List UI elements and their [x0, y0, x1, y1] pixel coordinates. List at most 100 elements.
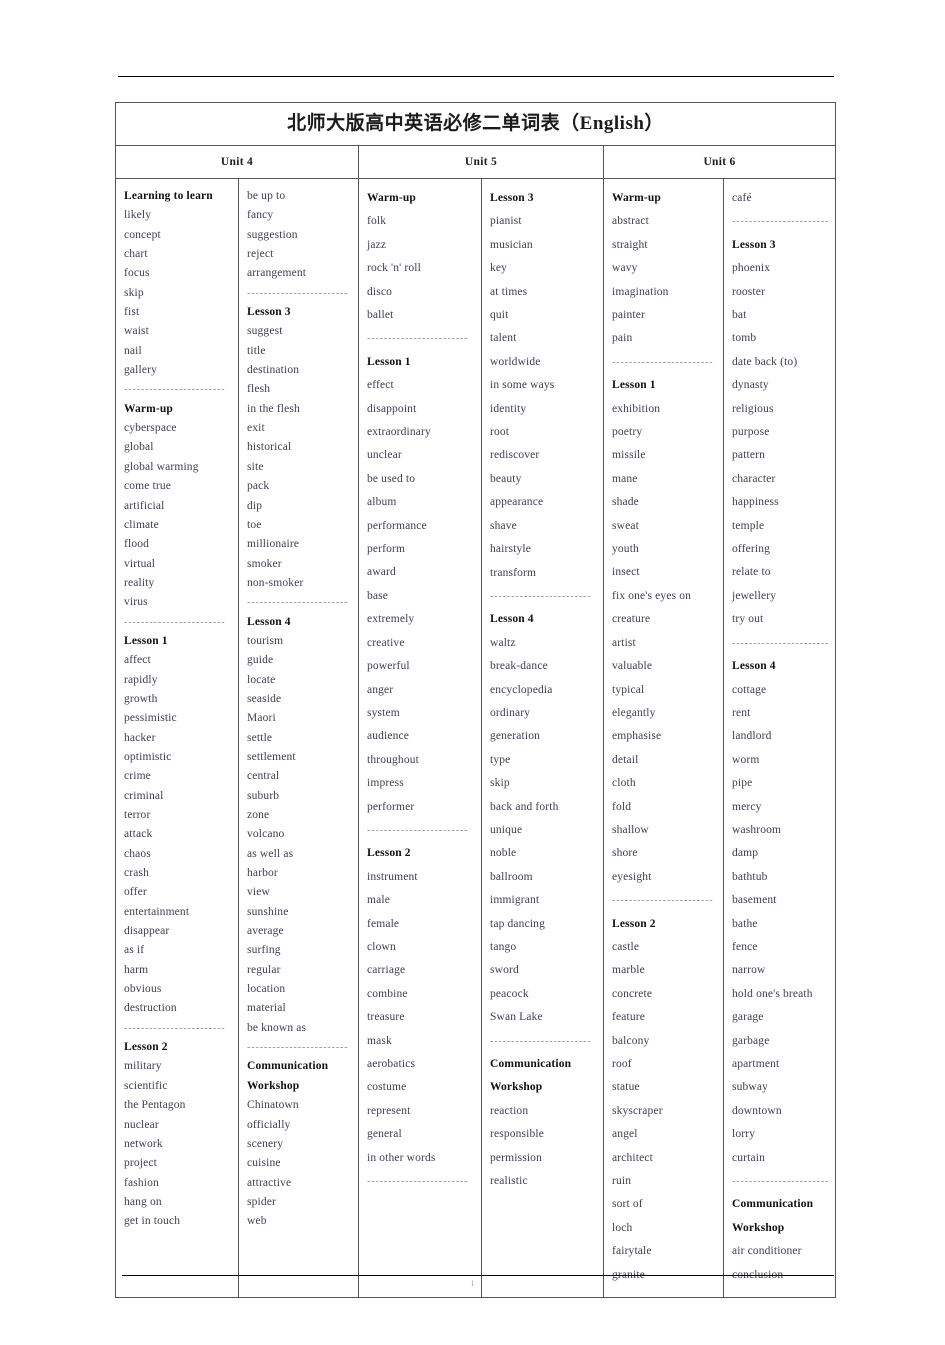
vocabulary-word: sword	[490, 964, 519, 977]
unit-header-row: Unit 4 Unit 5 Unit 6	[115, 145, 837, 179]
section-separator: ------------------------	[124, 1022, 226, 1034]
vocabulary-word: performance	[367, 519, 427, 532]
vocabulary-word: unique	[490, 823, 523, 836]
vocabulary-word: virtual	[124, 557, 156, 570]
vocabulary-word: pianist	[490, 215, 522, 228]
section-heading: Lesson 2	[367, 847, 411, 860]
unit-header-unit5: Unit 5	[358, 145, 604, 179]
vocabulary-word: dip	[247, 499, 263, 512]
vocabulary-word: ruin	[612, 1175, 632, 1188]
vocabulary-word: downtown	[732, 1104, 782, 1117]
unit-label: Unit 5	[464, 156, 498, 168]
vocabulary-word: angel	[612, 1128, 638, 1141]
vocabulary-word: system	[367, 706, 400, 719]
vocabulary-word: rent	[732, 706, 751, 719]
vocabulary-word: responsible	[490, 1128, 545, 1141]
vocabulary-word: fix one's eyes on	[612, 589, 692, 602]
vocabulary-word: ballet	[367, 309, 394, 322]
word-list: Learning to learn likely concept chart focus…	[116, 187, 238, 1232]
vocabulary-word: as well as	[247, 847, 294, 860]
vocabulary-word: pain	[612, 332, 633, 345]
vocabulary-word: purpose	[732, 426, 770, 439]
section-separator: ------------------------	[612, 356, 714, 368]
vocabulary-word: balcony	[612, 1034, 650, 1047]
vocabulary-word: clown	[367, 940, 396, 953]
vocabulary-word: dynasty	[732, 379, 769, 392]
vocabulary-word: shave	[490, 519, 517, 532]
vocabulary-word: offering	[732, 543, 771, 556]
vocabulary-word: powerful	[367, 660, 410, 673]
vocabulary-word: worm	[732, 753, 760, 766]
vocabulary-word: average	[247, 925, 284, 938]
vocabulary-word: jazz	[367, 238, 387, 251]
vocabulary-word: Maori	[247, 712, 276, 725]
vocabulary-word: fold	[612, 800, 632, 813]
word-column-unit6-a: Warm-up abstract straight wavy imagination pa…	[603, 177, 724, 1299]
vocabulary-word: rapidly	[124, 673, 158, 686]
footer-rule	[122, 1275, 834, 1276]
vocabulary-word: pipe	[732, 777, 753, 790]
word-list: Warm-up folk jazz rock 'n' roll disco ballet -…	[359, 187, 481, 1193]
vocabulary-word: fence	[732, 940, 758, 953]
vocabulary-word: cloth	[612, 777, 636, 790]
vocabulary-word: reality	[124, 576, 155, 589]
page-number: 1	[470, 1279, 475, 1288]
vocabulary-word: award	[367, 566, 396, 579]
vocabulary-word: exhibition	[612, 402, 661, 415]
vocabulary-word: loch	[612, 1221, 633, 1234]
vocabulary-word: immigrant	[490, 894, 540, 907]
vocabulary-word: architect	[612, 1151, 653, 1164]
vocabulary-word: locate	[247, 673, 276, 686]
vocabulary-word: millionaire	[247, 538, 300, 551]
vocabulary-word: at times	[490, 285, 528, 298]
vocabulary-word: performer	[367, 800, 415, 813]
vocabulary-word: get in touch	[124, 1215, 181, 1228]
title-cell: 北师大版高中英语必修二单词表（English）	[114, 102, 837, 146]
word-list: be up to fancy suggestion reject arrangement…	[239, 187, 358, 1232]
vocabulary-word: mask	[367, 1034, 392, 1047]
word-column-unit5-a: Warm-up folk jazz rock 'n' roll disco ballet -…	[358, 177, 482, 1299]
vocabulary-word: eyesight	[612, 870, 652, 883]
section-separator: ------------------------	[247, 597, 349, 609]
vocabulary-word: pack	[247, 480, 270, 493]
section-heading: Lesson 1	[124, 634, 168, 647]
section-separator: ------------------------	[124, 616, 226, 628]
vocabulary-word: sort of	[612, 1198, 643, 1211]
vocabulary-word: Swan Lake	[490, 1011, 543, 1024]
section-heading: Learning to learn	[124, 190, 213, 202]
vocabulary-word: in other words	[367, 1151, 436, 1164]
vocabulary-word: regular	[247, 963, 281, 976]
vocabulary-word: optimistic	[124, 750, 172, 763]
vocabulary-word: climate	[124, 518, 159, 531]
vocabulary-word: bathe	[732, 917, 758, 930]
vocabulary-word: straight	[612, 238, 648, 251]
vocabulary-word: offer	[124, 886, 147, 899]
vocabulary-word: destination	[247, 364, 300, 377]
vocabulary-word: chaos	[124, 847, 151, 860]
vocabulary-word: zone	[247, 809, 270, 821]
vocabulary-word: suburb	[247, 789, 280, 802]
section-heading: Lesson 1	[612, 379, 656, 392]
vocabulary-word: permission	[490, 1151, 542, 1164]
vocabulary-word: entertainment	[124, 905, 190, 918]
vocabulary-word: break-dance	[490, 660, 548, 673]
vocabulary-word: disappoint	[367, 402, 417, 415]
section-heading: Lesson 2	[124, 1041, 168, 1054]
page-title: 北师大版高中英语必修二单词表（English）	[287, 113, 664, 134]
vocabulary-word: hacker	[124, 731, 156, 744]
vocabulary-word: site	[247, 460, 264, 473]
vocabulary-word: statue	[612, 1081, 640, 1094]
vocabulary-word: aerobatics	[367, 1058, 416, 1070]
vocabulary-word: feature	[612, 1011, 645, 1024]
vocabulary-word: marble	[612, 964, 645, 977]
vocabulary-word: military	[124, 1060, 162, 1073]
vocabulary-word: volcano	[247, 828, 285, 841]
vocabulary-word: in some ways	[490, 379, 555, 392]
vocabulary-word: attack	[124, 828, 153, 841]
vocabulary-word: settle	[247, 731, 273, 744]
vocabulary-word: web	[247, 1215, 267, 1228]
section-heading: Lesson 3	[490, 192, 534, 204]
section-heading: Warm-up	[124, 402, 173, 415]
vocabulary-word: nail	[124, 344, 142, 357]
unit-label: Unit 4	[220, 156, 254, 168]
